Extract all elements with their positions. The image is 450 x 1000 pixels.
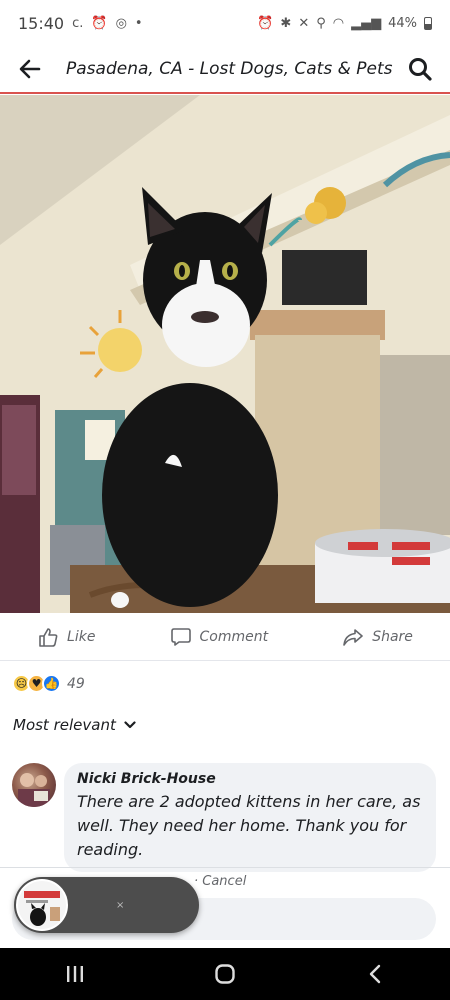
- status-bar: 15:40 ᴄ. ⏰ ◎ • ⏰ ✱ ✕ ⚲ ◠ ▂▄▆ 44%: [0, 0, 450, 46]
- mute-icon: ✕: [298, 15, 310, 31]
- share-button[interactable]: Share: [342, 626, 413, 648]
- system-navigation-bar: [0, 948, 450, 1000]
- comment-label: Comment: [199, 628, 269, 645]
- notification-icon: ᴄ.: [72, 15, 84, 31]
- dot-icon: •: [134, 15, 143, 31]
- share-arrow-icon: [343, 628, 364, 646]
- post-actions-bar: Like Comment Share: [0, 613, 450, 661]
- close-chat-head-button[interactable]: ×: [116, 900, 124, 911]
- chevron-left-icon: [369, 964, 381, 984]
- page-title: Pasadena, CA - Lost Dogs, Cats & Pets: [66, 59, 393, 79]
- alarm-icon: ⏰: [257, 15, 274, 31]
- arrow-left-icon: [19, 59, 41, 79]
- chat-head-image: [18, 881, 66, 929]
- like-label: Like: [67, 628, 96, 645]
- wifi-icon: ◠: [332, 15, 345, 31]
- post-photo[interactable]: [0, 95, 450, 613]
- back-nav-button[interactable]: [355, 954, 395, 994]
- chat-head-thumbnail[interactable]: [16, 879, 68, 931]
- avatar-photo: [18, 773, 50, 807]
- avatar[interactable]: [12, 763, 56, 807]
- sort-label: Most relevant: [13, 716, 116, 734]
- top-header: Pasadena, CA - Lost Dogs, Cats & Pets: [0, 46, 450, 94]
- thumbs-up-icon: [39, 627, 58, 647]
- location-icon: ⚲: [316, 15, 326, 31]
- share-label: Share: [372, 628, 413, 645]
- reactions-summary[interactable]: ☹ ♥ 👍 49: [12, 674, 85, 693]
- like-reaction-icon: 👍: [42, 674, 61, 693]
- recent-apps-icon: [67, 966, 83, 982]
- reaction-count: 49: [67, 675, 85, 692]
- comment-sort-dropdown[interactable]: Most relevant: [13, 716, 136, 734]
- home-button[interactable]: [205, 954, 245, 994]
- status-left: 15:40 ᴄ. ⏰ ◎ •: [18, 14, 143, 33]
- instagram-icon: ◎: [115, 15, 127, 31]
- like-button[interactable]: Like: [37, 626, 95, 648]
- bluetooth-icon: ✱: [280, 15, 292, 31]
- floating-chat-head[interactable]: ×: [14, 877, 199, 933]
- alarm-icon: ⏰: [91, 15, 108, 31]
- divider: [0, 867, 450, 868]
- comment-text: There are 2 adopted kittens in her care,…: [77, 792, 421, 859]
- search-icon: [409, 58, 432, 81]
- signal-icon: ▂▄▆: [351, 15, 382, 31]
- status-time: 15:40: [18, 13, 65, 33]
- home-icon: [215, 964, 235, 984]
- comment-author[interactable]: Nicki Brick-House: [77, 771, 422, 787]
- search-button[interactable]: [404, 53, 436, 85]
- speech-bubble-icon: [170, 627, 191, 646]
- cat-photo-illustration: [0, 95, 450, 613]
- battery-percent: 44%: [388, 15, 417, 31]
- chevron-down-icon: [124, 721, 136, 729]
- recent-apps-button[interactable]: [55, 954, 95, 994]
- comment-button[interactable]: Comment: [170, 626, 269, 648]
- battery-icon: [424, 16, 432, 30]
- comment-bubble[interactable]: Nicki Brick-House There are 2 adopted ki…: [64, 763, 436, 872]
- reply-cancel-link[interactable]: · Cancel: [194, 874, 246, 889]
- comment-item: Nicki Brick-House There are 2 adopted ki…: [12, 763, 438, 872]
- status-right: ⏰ ✱ ✕ ⚲ ◠ ▂▄▆ 44%: [257, 16, 432, 31]
- back-button[interactable]: [14, 53, 46, 85]
